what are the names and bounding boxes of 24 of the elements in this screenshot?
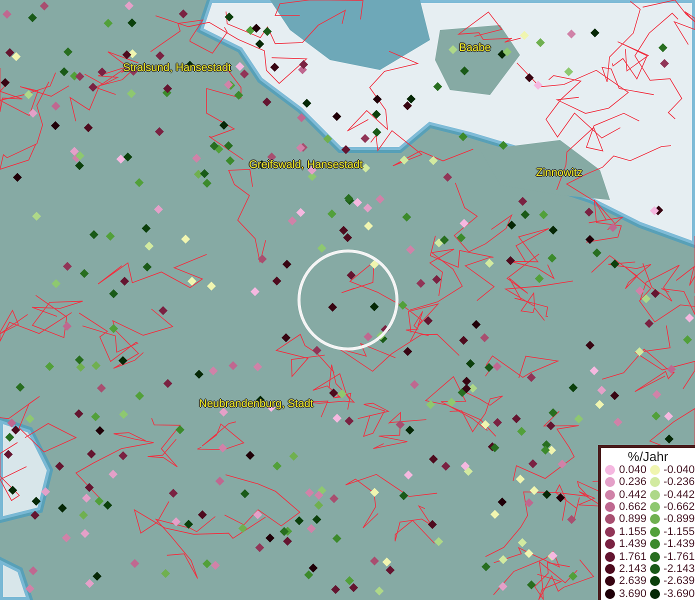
place-label: Baabe (459, 42, 491, 54)
legend-label: 0.662 (619, 501, 647, 514)
legend-label: -0.236 (664, 476, 695, 488)
legend-label: 0.040 (619, 464, 647, 476)
legend-label: 0.442 (619, 488, 647, 501)
legend-label: -0.040 (664, 464, 695, 476)
legend-label: -2.639 (664, 575, 695, 588)
legend-label: -0.662 (664, 501, 695, 514)
legend-label: -0.442 (664, 488, 695, 501)
legend-label: 3.690 (619, 588, 647, 600)
legend-label: -2.143 (664, 563, 695, 576)
legend-title: %/Jahr (626, 448, 670, 464)
legend-label: -3.690 (664, 588, 695, 600)
legend-label: 1.761 (619, 550, 647, 563)
legend-label: 2.639 (619, 575, 647, 588)
legend-label: -1.155 (664, 526, 695, 538)
legend-label: 0.899 (619, 513, 647, 526)
legend-label: -0.899 (664, 513, 695, 526)
legend-label: -1.761 (664, 550, 695, 563)
legend-label: 0.236 (619, 476, 647, 488)
legend-label: -1.439 (664, 538, 695, 550)
legend-label: 2.143 (619, 563, 647, 576)
legend-label: 1.155 (619, 526, 647, 538)
legend-label: 1.439 (619, 538, 647, 550)
